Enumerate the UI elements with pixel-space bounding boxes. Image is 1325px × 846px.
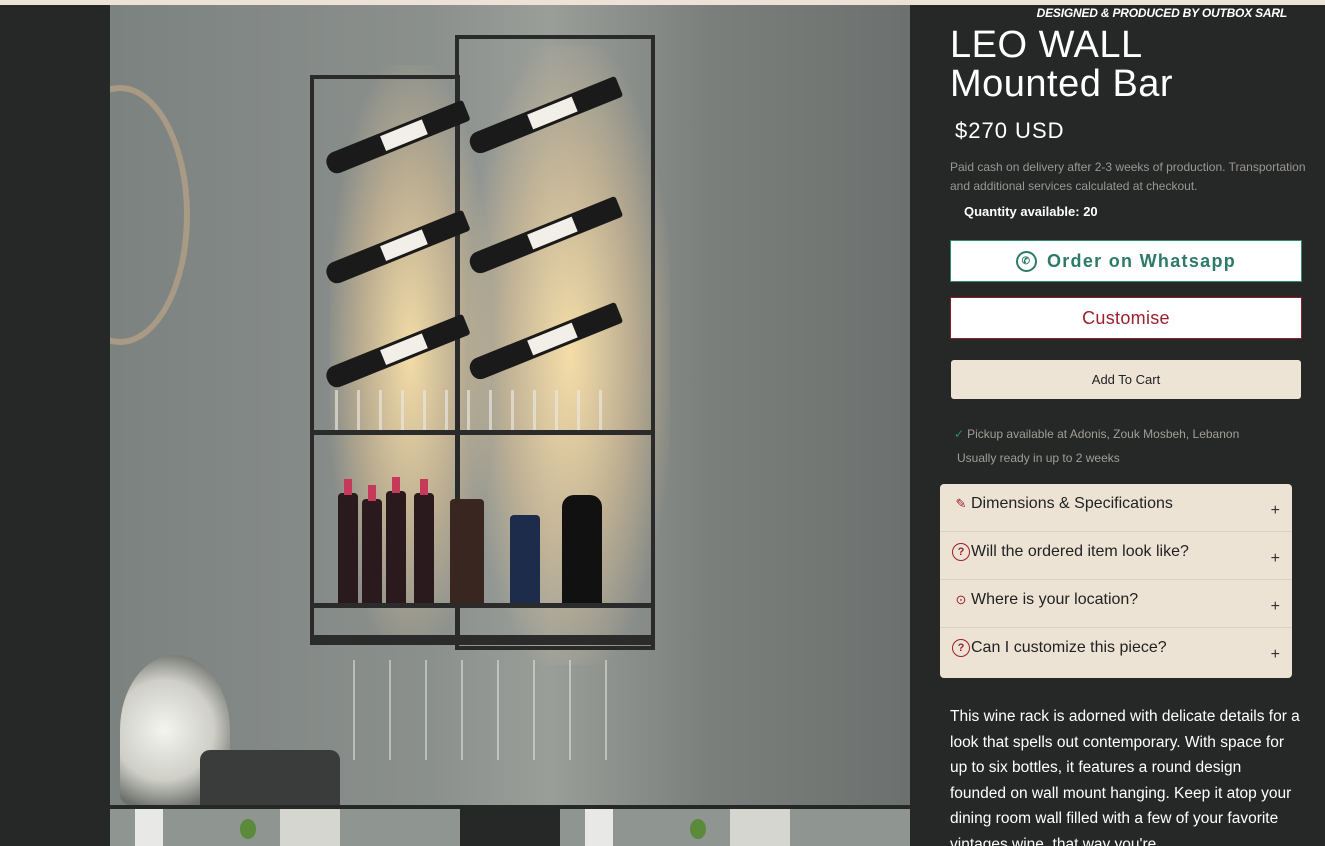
shelf <box>310 603 655 608</box>
accordion-label: Dimensions & Specifications <box>971 495 1173 512</box>
shelf <box>310 635 655 645</box>
payment-note: Paid cash on delivery after 2-3 weeks of… <box>950 160 1306 193</box>
bottle <box>450 499 484 603</box>
bottle <box>386 477 406 603</box>
bottle <box>562 495 602 603</box>
standing-bottles <box>330 477 620 603</box>
bottle <box>414 479 434 603</box>
add-to-cart-button[interactable]: Add To Cart <box>951 360 1301 399</box>
shelf <box>310 430 655 435</box>
bottle <box>510 515 540 603</box>
plus-icon[interactable]: + <box>1271 550 1280 568</box>
quantity-available: Quantity available: 20 <box>964 204 1098 219</box>
brand-line: DESIGNED & PRODUCED BY OUTBOX SARL <box>1036 6 1288 20</box>
product-title: LEO WALL Mounted Bar <box>950 24 1174 105</box>
hanging-glasses <box>335 660 635 760</box>
ruler-icon: ✎ <box>955 496 967 511</box>
product-price: $270 USD <box>955 118 1065 143</box>
check-icon: ✓ <box>954 427 965 441</box>
bottle <box>338 479 358 603</box>
plus-icon[interactable]: + <box>1271 598 1280 616</box>
product-thumbnail[interactable] <box>560 809 910 846</box>
pickup-ready: Usually ready in up to 2 weeks <box>957 451 1120 465</box>
accordion-item-dimensions[interactable]: ✎ Dimensions & Specifications + <box>940 484 1292 532</box>
accordion-item-location[interactable]: ⊙ Where is your location? + <box>940 580 1292 628</box>
faq-accordion: ✎ Dimensions & Specifications + ? Will t… <box>940 484 1292 678</box>
question-icon: ? <box>952 543 970 561</box>
glasses-row <box>335 390 615 430</box>
question-icon: ? <box>952 639 970 657</box>
location-pin-icon: ⊙ <box>955 592 967 607</box>
product-description: This wine rack is adorned with delicate … <box>950 708 1300 846</box>
accordion-label: Can I customize this piece? <box>971 639 1167 656</box>
plus-icon[interactable]: + <box>1271 502 1280 520</box>
accordion-label: Will the ordered item look like? <box>971 543 1189 560</box>
chair-decor <box>200 750 340 805</box>
plus-icon[interactable]: + <box>1271 646 1280 664</box>
customise-button[interactable]: Customise <box>950 297 1302 339</box>
wall-decor <box>110 85 190 345</box>
pickup-location: Pickup available at Adonis, Zouk Mosbeh,… <box>967 427 1240 441</box>
whatsapp-icon: ✆ <box>1015 250 1037 272</box>
accordion-item-look[interactable]: ? Will the ordered item look like? + <box>940 532 1292 580</box>
whatsapp-label: Order on Whatsapp <box>1046 250 1237 271</box>
pickup-info: ✓ Pickup available at Adonis, Zouk Mosbeh… <box>954 422 1239 470</box>
product-main-image[interactable] <box>110 5 910 805</box>
accordion-label: Where is your location? <box>971 591 1139 608</box>
product-thumbnail[interactable] <box>110 809 460 846</box>
bottle <box>362 485 382 603</box>
accordion-item-customize[interactable]: ? Can I customize this piece? + <box>940 628 1292 676</box>
order-whatsapp-button[interactable]: ✆ Order on Whatsapp <box>950 240 1302 282</box>
